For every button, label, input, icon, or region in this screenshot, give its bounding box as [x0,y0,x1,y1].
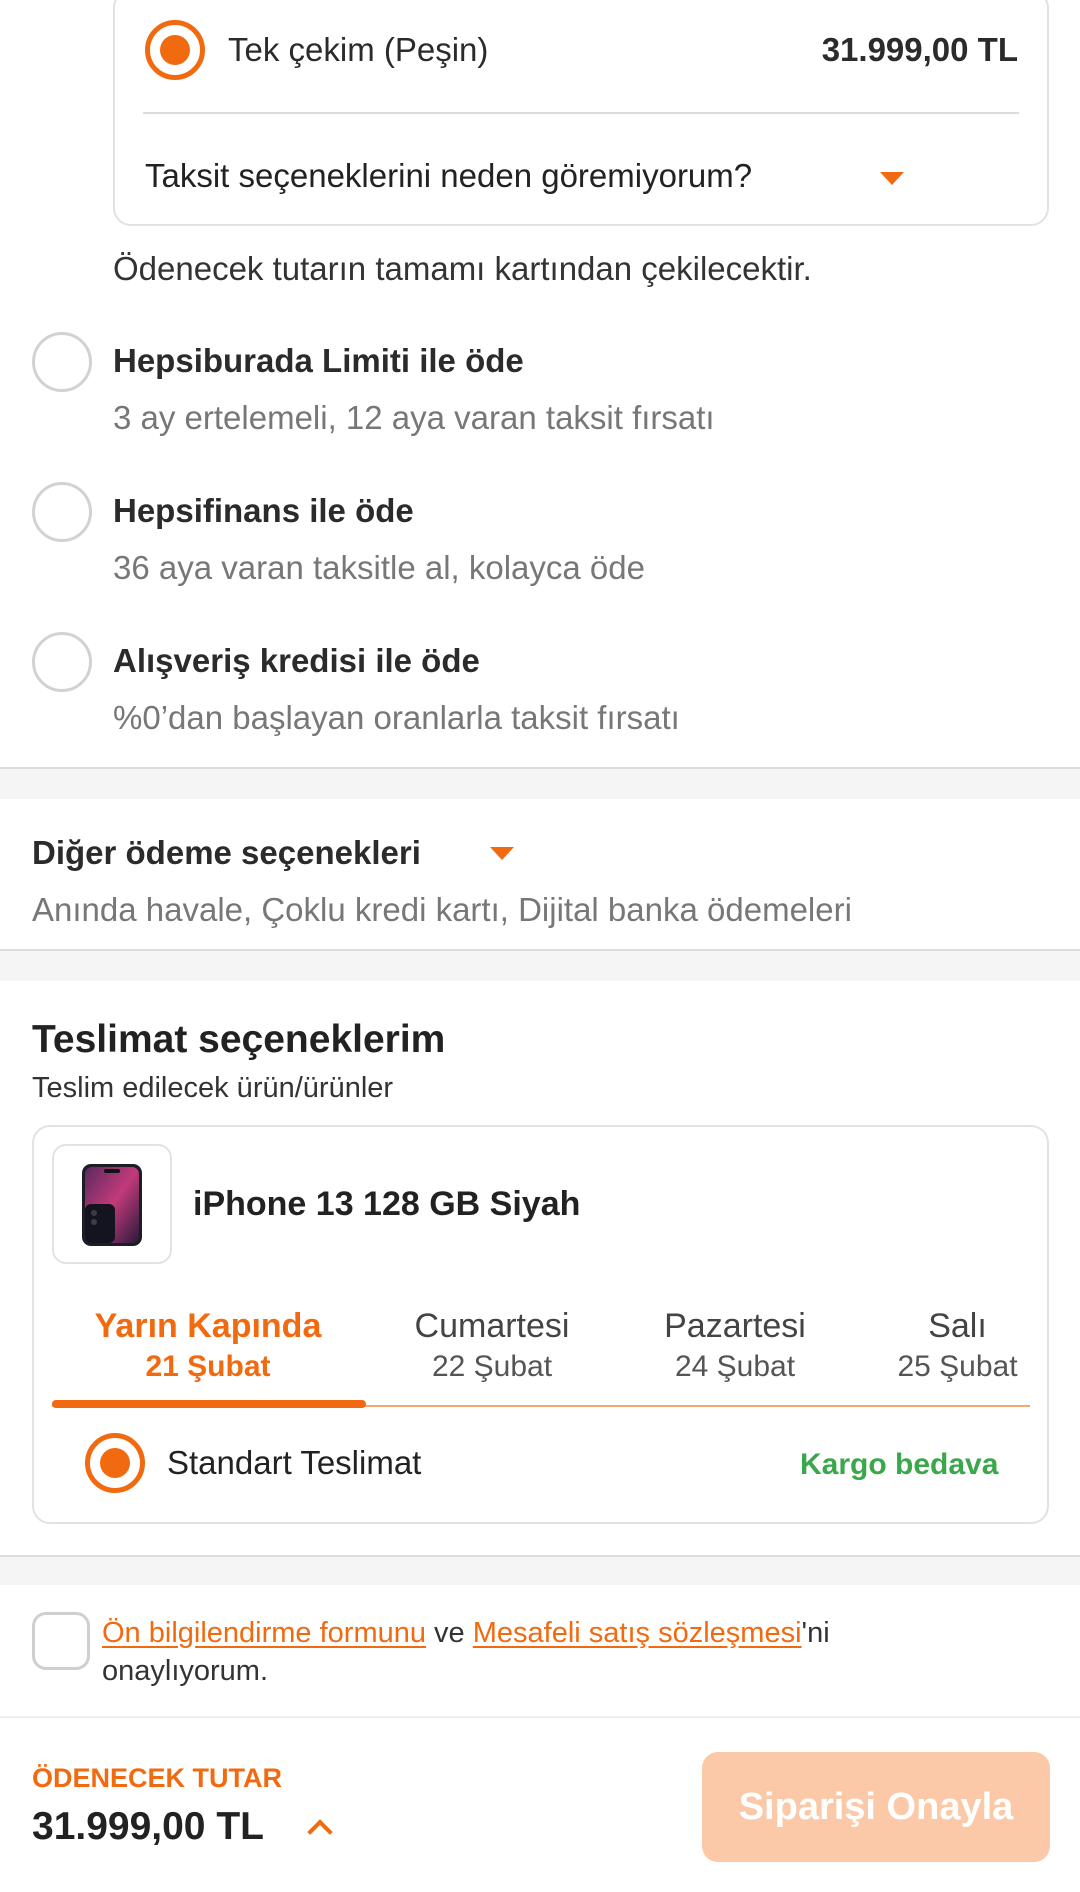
tab-delivery-date-2[interactable]: Pazartesi 24 Şubat [625,1307,845,1384]
tab-date: 24 Şubat [674,1350,796,1383]
option-subtitle: %0’dan başlayan oranlarla taksit fırsatı [113,699,680,736]
free-shipping-badge: Kargo bedava [800,1448,999,1481]
section-gap [0,951,1080,981]
agreement-line2: onaylıyorum. [102,1655,269,1687]
tab-delivery-date-3[interactable]: Salı 25 Şubat [870,1307,1045,1384]
single-payment-label: Tek çekim (Peşin) [228,31,489,68]
option-title[interactable]: Hepsifinans ile öde [113,492,414,530]
payment-note: Ödenecek tutarın tamamı kartından çekile… [113,250,812,287]
other-payments-subtitle: Anında havale, Çoklu kredi kartı, Dijita… [32,891,852,928]
tab-delivery-date-1[interactable]: Cumartesi 22 Şubat [372,1307,612,1384]
section-gap [0,769,1080,799]
standard-delivery-radio[interactable] [85,1433,145,1493]
option-title[interactable]: Alışveriş kredisi ile öde [113,642,480,680]
card-divider [143,112,1019,114]
delivery-method-label: Standart Teslimat [167,1444,422,1481]
footer-divider [0,1716,1080,1718]
agreement-checkbox[interactable] [32,1612,90,1670]
product-name: iPhone 13 128 GB Siyah [193,1185,581,1223]
chevron-up-icon[interactable] [307,1819,333,1845]
option-title[interactable]: Hepsiburada Limiti ile öde [113,342,524,380]
single-payment-radio[interactable] [145,20,205,80]
active-tab-indicator [52,1400,366,1408]
option-radio-limit[interactable] [32,332,92,392]
tab-date: 25 Şubat [897,1350,1018,1383]
tab-day: Pazartesi [664,1307,806,1345]
tab-day: Salı [928,1307,987,1345]
option-subtitle: 3 ay ertelemeli, 12 aya varan taksit fır… [113,399,715,436]
delivery-subtitle: Teslim edilecek ürün/ürünler [32,1072,394,1104]
section-gap [0,1557,1080,1585]
installment-question-link[interactable]: Taksit seçeneklerini neden göremiyorum? [145,157,752,195]
other-payments-title[interactable]: Diğer ödeme seçenekleri [32,834,421,872]
tab-day: Cumartesi [414,1307,570,1345]
agreement-text: Ön bilgilendirme formunu ve Mesafeli sat… [102,1614,1042,1690]
chevron-down-icon[interactable] [490,847,514,860]
tab-day: Yarın Kapında [94,1307,322,1345]
tab-date: 21 Şubat [145,1350,271,1383]
option-radio-credit[interactable] [32,632,92,692]
agreement-suffix: 'ni [801,1617,830,1649]
option-radio-hepsifinans[interactable] [32,482,92,542]
phone-image-icon [82,1164,142,1246]
chevron-down-icon[interactable] [880,172,904,185]
preliminary-info-link[interactable]: Ön bilgilendirme formunu [102,1617,426,1649]
confirm-order-button[interactable]: Siparişi Onayla [702,1752,1050,1862]
single-payment-amount: 31.999,00 TL [821,31,1018,68]
distance-sales-link[interactable]: Mesafeli satış sözleşmesi [473,1617,802,1649]
delivery-title: Teslimat seçeneklerim [32,1018,446,1061]
total-amount[interactable]: 31.999,00 TL [32,1805,264,1849]
tab-date: 22 Şubat [431,1350,553,1383]
total-label: ÖDENECEK TUTAR [32,1763,283,1793]
option-subtitle: 36 aya varan taksitle al, kolayca öde [113,549,645,586]
product-thumbnail [52,1144,172,1264]
tab-delivery-date-0[interactable]: Yarın Kapında 21 Şubat [52,1307,364,1384]
agreement-connector: ve [434,1617,465,1649]
